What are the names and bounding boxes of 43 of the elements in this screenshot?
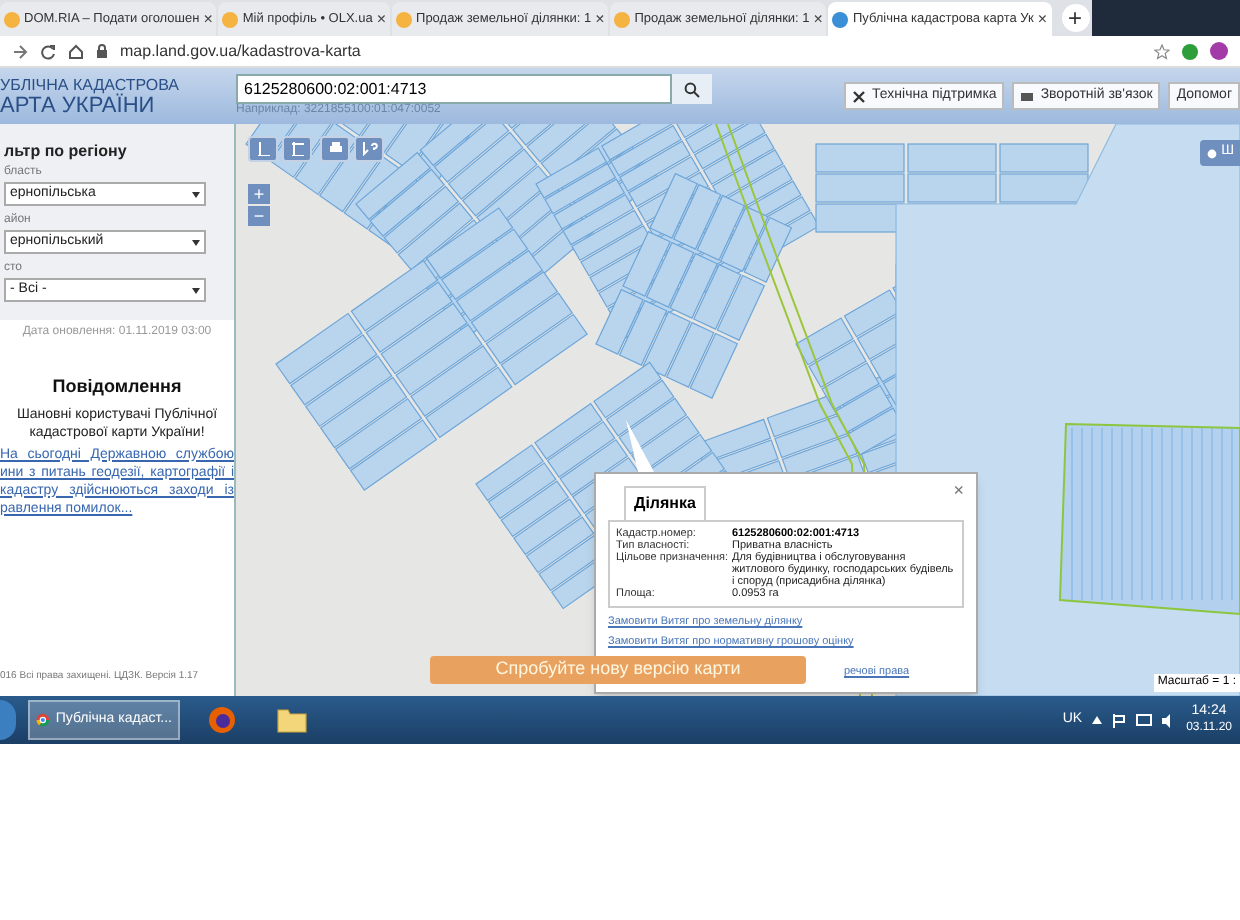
- flag-icon[interactable]: [1112, 713, 1127, 727]
- map-tool-button[interactable]: [248, 136, 278, 162]
- caret-icon: [192, 191, 200, 197]
- search-icon: [684, 81, 700, 97]
- filter-title: льтр по регіону: [4, 140, 129, 164]
- map-tool-button[interactable]: [354, 136, 384, 162]
- close-icon[interactable]: ×: [953, 478, 964, 505]
- close-icon[interactable]: ×: [1037, 7, 1048, 31]
- favicon-icon: [396, 11, 413, 27]
- search-field[interactable]: 6125280600:02:001:4713: [236, 74, 672, 104]
- lock-icon: [96, 44, 108, 58]
- favicon-icon: [614, 11, 631, 27]
- close-icon[interactable]: ×: [376, 7, 387, 31]
- map-tool-button[interactable]: [282, 136, 312, 162]
- favicon-icon: [4, 11, 20, 27]
- tray-arrow-icon[interactable]: [1092, 716, 1103, 724]
- print-icon: [327, 142, 343, 156]
- favicon-icon: [832, 11, 849, 27]
- profile-avatar[interactable]: [1210, 42, 1228, 60]
- logo-text: АРТА УКРАЇНИ: [0, 96, 155, 118]
- logo-text: УБЛІЧНА КАДАСТРОВА: [0, 74, 181, 94]
- home-icon[interactable]: [68, 43, 84, 59]
- forward-icon[interactable]: [12, 43, 28, 59]
- start-button[interactable]: [0, 700, 16, 740]
- browser-icon: [36, 708, 50, 732]
- star-icon[interactable]: [1154, 43, 1170, 59]
- new-tab-button[interactable]: +: [1061, 4, 1090, 32]
- reload-icon[interactable]: [40, 43, 56, 59]
- close-icon[interactable]: ×: [203, 7, 213, 31]
- search-button[interactable]: [672, 74, 712, 104]
- help-icon: [361, 142, 377, 156]
- url-text[interactable]: map.land.gov.ua/kadastrova-karta: [120, 39, 1142, 63]
- area-ruler-icon: [289, 142, 305, 156]
- popup-tab[interactable]: Ділянка: [624, 486, 706, 520]
- caret-icon: [192, 287, 200, 293]
- close-icon[interactable]: ×: [595, 7, 605, 31]
- folder-icon[interactable]: [276, 706, 308, 734]
- close-icon[interactable]: ×: [813, 7, 823, 31]
- map-tool-button[interactable]: [320, 136, 350, 162]
- caret-icon: [192, 239, 200, 245]
- ruler-icon: [255, 142, 271, 156]
- notice-title: Повідомлення: [50, 374, 184, 400]
- favicon-icon: [222, 11, 239, 27]
